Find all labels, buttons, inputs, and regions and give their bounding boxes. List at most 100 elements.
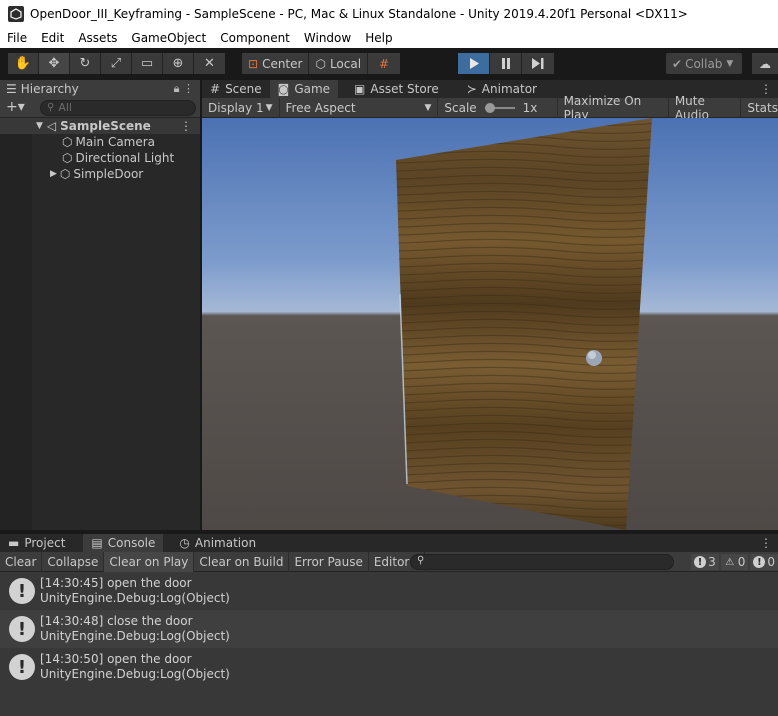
move-tool-icon[interactable]: ✥ xyxy=(39,53,70,74)
step-button[interactable] xyxy=(522,53,554,74)
error-pause-button[interactable]: Error Pause xyxy=(289,551,369,572)
chevron-down-icon: ▼ xyxy=(726,58,734,69)
console-icon: ▤ xyxy=(91,536,103,550)
pivot-center-button[interactable]: ⊡ Center xyxy=(242,53,310,74)
slider-thumb[interactable] xyxy=(484,102,495,113)
play-icon xyxy=(469,58,479,69)
tab-animation[interactable]: ◷ Animation xyxy=(171,534,264,552)
hierarchy-scene-row[interactable]: ▼ ◁ SampleScene ⋮ xyxy=(0,118,200,134)
play-button[interactable] xyxy=(458,53,490,74)
rect-tool-icon[interactable]: ▭ xyxy=(132,53,163,74)
add-icon[interactable]: +▾ xyxy=(6,99,25,115)
menu-window[interactable]: Window xyxy=(297,31,358,45)
grid-snap-icon: # xyxy=(379,56,390,71)
info-icon: ! xyxy=(694,556,707,568)
collapse-button[interactable]: Collapse xyxy=(42,551,105,572)
rotate-tool-icon[interactable]: ↻ xyxy=(70,53,101,74)
transform-tool-icon[interactable]: ⊕ xyxy=(163,53,194,74)
more-icon[interactable]: ⋮ xyxy=(180,119,192,133)
hierarchy-search-input[interactable]: ⚲ All xyxy=(40,99,196,116)
pivot-group: ⊡ Center ⬡ Local # xyxy=(242,53,401,74)
tab-hierarchy[interactable]: ☰ Hierarchy 🔒︎ ⋮ xyxy=(0,80,200,98)
error-count-toggle[interactable]: ! 0 xyxy=(750,554,778,570)
animator-icon: ≻ xyxy=(466,82,477,96)
hierarchy-item[interactable]: ▶ ⬡ SimpleDoor xyxy=(0,166,200,182)
warning-count-toggle[interactable]: ⚠ 0 xyxy=(720,554,749,570)
menu-edit[interactable]: Edit xyxy=(34,31,71,45)
menu-file[interactable]: File xyxy=(0,31,34,45)
info-icon: ! xyxy=(9,654,35,680)
tab-console[interactable]: ▤ Console xyxy=(83,534,164,552)
cube-icon: ⬡ xyxy=(59,167,71,181)
unity-scene-icon: ◁ xyxy=(46,119,57,133)
play-controls xyxy=(458,53,554,74)
hand-tool-icon[interactable]: ✋ xyxy=(8,53,39,74)
unity-logo-icon xyxy=(8,6,24,22)
menu-help[interactable]: Help xyxy=(358,31,399,45)
scale-slider-track[interactable] xyxy=(484,102,515,113)
scale-slider[interactable]: Scale 1x xyxy=(438,97,558,118)
info-icon: ! xyxy=(9,578,35,604)
menu-bar: File Edit Assets GameObject Component Wi… xyxy=(0,28,778,48)
clear-button[interactable]: Clear xyxy=(0,551,43,572)
bag-icon: ▣ xyxy=(354,82,366,96)
pivot-icon: ⊡ xyxy=(248,56,259,71)
menu-component[interactable]: Component xyxy=(213,31,297,45)
list-icon: ☰ xyxy=(6,82,17,96)
step-icon xyxy=(532,58,544,69)
search-icon: ⚲ xyxy=(47,102,55,113)
cube-icon: ⬡ xyxy=(62,135,73,149)
log-entry[interactable]: ! [14:30:50] open the door UnityEngine.D… xyxy=(0,648,778,686)
warning-icon: ⚠ xyxy=(725,556,735,568)
mute-audio-toggle[interactable]: Mute Audio xyxy=(669,94,742,122)
more-icon[interactable]: ⋮ xyxy=(760,534,772,552)
custom-tool-icon[interactable]: ✕ xyxy=(194,53,225,74)
game-viewport[interactable] xyxy=(202,118,778,530)
collab-button[interactable]: ✔ Collab ▼ xyxy=(666,53,742,74)
game-toolbar: Display 1 ▼ Free Aspect ▼ Scale 1x Maxim… xyxy=(202,94,778,122)
clear-on-build-button[interactable]: Clear on Build xyxy=(194,551,290,572)
chevron-down-icon: ▼ xyxy=(424,102,432,113)
chevron-right-icon[interactable]: ▶ xyxy=(50,169,57,179)
log-entry[interactable]: ! [14:30:48] close the door UnityEngine.… xyxy=(0,610,778,648)
clock-icon: ◷ xyxy=(179,536,190,550)
transform-tools: ✋ ✥ ↻ ⤢ ▭ ⊕ ✕ xyxy=(8,53,225,74)
search-icon: ⚲ xyxy=(417,555,425,566)
check-circle-icon: ✔ xyxy=(672,56,683,71)
folder-icon: ▬ xyxy=(8,536,20,550)
tab-project[interactable]: ▬ Project xyxy=(0,534,73,552)
cube-icon: ⬡ xyxy=(315,56,326,71)
console-log-list: ! [14:30:45] open the door UnityEngine.D… xyxy=(0,572,778,716)
console-search-input[interactable]: ⚲ xyxy=(410,554,674,570)
tab-asset-store[interactable]: ▣ Asset Store xyxy=(346,80,447,98)
menu-assets[interactable]: Assets xyxy=(71,31,124,45)
aspect-dropdown[interactable]: Free Aspect ▼ xyxy=(280,97,439,118)
tab-scene[interactable]: # Scene xyxy=(202,80,270,98)
stats-toggle[interactable]: Stats xyxy=(741,98,778,118)
log-count-toggle[interactable]: ! 3 xyxy=(691,554,719,570)
log-entry[interactable]: ! [14:30:45] open the door UnityEngine.D… xyxy=(0,572,778,610)
cloud-button[interactable]: ☁ xyxy=(752,53,778,74)
maximize-on-play-toggle[interactable]: Maximize On Play xyxy=(558,94,669,122)
hierarchy-item[interactable]: ⬡ Main Camera xyxy=(0,134,200,150)
scale-tool-icon[interactable]: ⤢ xyxy=(101,53,132,74)
cloud-icon: ☁ xyxy=(759,56,771,71)
snap-grid-button[interactable]: # xyxy=(368,53,401,74)
window-title: OpenDoor_III_Keyframing - SampleScene - … xyxy=(30,7,688,21)
menu-gameobject[interactable]: GameObject xyxy=(124,31,213,45)
main-toolbar: ✋ ✥ ↻ ⤢ ▭ ⊕ ✕ ⊡ Center ⬡ Local # ✔ Collab … xyxy=(0,48,778,80)
info-icon: ! xyxy=(9,616,35,642)
pivot-local-button[interactable]: ⬡ Local xyxy=(309,53,369,74)
lock-icon[interactable]: 🔒︎ ⋮ xyxy=(174,82,194,96)
chevron-down-icon[interactable]: ▼ xyxy=(36,121,43,131)
more-icon[interactable]: ⋮ xyxy=(760,80,772,98)
clear-on-play-button[interactable]: Clear on Play xyxy=(104,551,195,572)
hierarchy-item[interactable]: ⬡ Directional Light xyxy=(0,150,200,166)
console-toolbar: Clear Collapse Clear on Play Clear on Bu… xyxy=(0,551,778,572)
tab-animator[interactable]: ≻ Animator xyxy=(458,80,545,98)
tab-game[interactable]: ◙ Game xyxy=(269,80,339,98)
cube-icon: ⬡ xyxy=(62,151,73,165)
pause-button[interactable] xyxy=(490,53,522,74)
log-counts: ! 3 ⚠ 0 ! 0 xyxy=(691,554,778,570)
display-dropdown[interactable]: Display 1 ▼ xyxy=(202,97,280,118)
